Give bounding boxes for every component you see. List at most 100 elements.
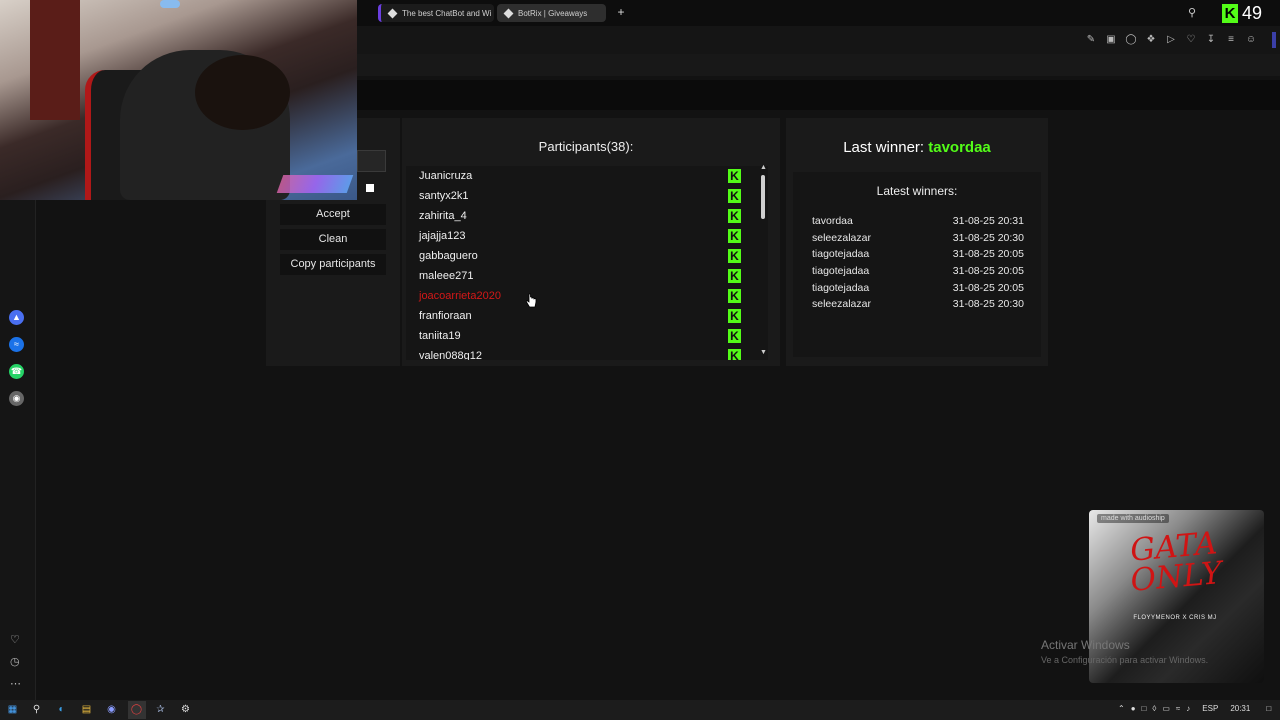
discord-icon[interactable]: ◉ [105,703,118,716]
activation-watermark-subtitle: Ve a Configuración para activar Windows. [1041,655,1209,665]
list-item[interactable]: franfioraan K [406,306,768,326]
participant-name: jajajja123 [419,230,466,242]
botrix-icon [503,8,514,18]
option-checkbox[interactable] [366,184,374,192]
language-indicator[interactable]: ESP [1202,704,1218,713]
winner-row: tiagotejadaa 31-08-25 20:05 [812,265,1024,282]
clock[interactable]: 20:31 [1230,704,1250,713]
history-icon[interactable]: ◷ [10,655,20,668]
edge-icon[interactable]: ◐ [55,703,68,716]
tab-giveaways[interactable]: BotRix | Giveaways [497,4,606,22]
participant-name: santyx2k1 [419,190,469,202]
last-winner-name: tavordaa [928,139,991,156]
winner-name: tiagotejadaa [812,248,870,260]
kick-platform-icon: K [728,189,741,203]
winner-name: seleezalazar [812,298,871,310]
scroll-down-arrow-icon[interactable]: ▼ [760,349,767,356]
winner-name: seleezalazar [812,232,871,244]
tab-chatbot[interactable]: The best ChatBot and Wi [378,4,494,22]
participants-list[interactable]: Juanicruza K santyx2k1 K zahirita_4 K jajaj… [406,166,768,360]
steam-icon[interactable]: ✰ [154,703,167,716]
download-icon[interactable]: ↧ [1205,34,1217,45]
winner-name: tiagotejadaa [812,265,870,277]
play-icon[interactable]: ▷ [1165,34,1177,45]
winner-row: seleezalazar 31-08-25 20:30 [812,298,1024,315]
list-item[interactable]: santyx2k1 K [406,186,768,206]
camera-icon[interactable]: ▣ [1105,34,1117,45]
accept-button[interactable]: Accept [280,204,386,225]
clean-button[interactable]: Clean [280,229,386,250]
microphone-icon[interactable]: ● [1131,704,1136,713]
sidebar-app-whatsapp-icon[interactable]: ☎ [9,364,24,379]
list-item[interactable]: maleee271 K [406,266,768,286]
list-item[interactable]: joacoarrieta2020 K [406,286,768,306]
keyword-input[interactable] [357,150,386,172]
last-winner-heading: Last winner: tavordaa [786,139,1048,156]
kick-platform-icon: K [728,329,741,343]
participant-name: franfioraan [419,310,472,322]
profile-icon[interactable]: ☺ [1245,34,1257,45]
participant-name: taniita19 [419,330,461,342]
volume-icon[interactable]: ♪ [1186,704,1190,713]
app-tray-icon[interactable]: □ [1142,704,1147,713]
list-item[interactable]: gabbaguero K [406,246,768,266]
sidebar-toggle[interactable] [1272,32,1276,48]
network-icon[interactable]: ◊ [1152,704,1156,713]
shield-icon[interactable]: ◯ [1125,34,1137,45]
edit-icon[interactable]: ✎ [1085,34,1097,45]
winner-date: 31-08-25 20:05 [952,282,1024,294]
winner-date: 31-08-25 20:31 [952,215,1024,227]
wifi-icon[interactable]: ≈ [1176,704,1180,713]
rgb-keyboard [276,175,354,193]
windows-taskbar [0,700,1280,720]
list-item[interactable]: valen088g12 K [406,346,768,360]
chevron-up-icon[interactable]: ⌃ [1118,704,1125,713]
participant-name: maleee271 [419,270,474,282]
scrollbar-thumb[interactable] [761,175,765,219]
search-icon[interactable]: ⚲ [30,703,43,716]
botrix-icon [387,8,398,18]
winner-row: tiagotejadaa 31-08-25 20:05 [812,248,1024,265]
sidebar-app-messenger-icon[interactable]: ≈ [9,337,24,352]
kick-platform-icon: K [728,169,741,183]
heart-icon[interactable]: ♡ [10,633,20,646]
copy-participants-button[interactable]: Copy participants [280,254,386,275]
participant-name: Juanicruza [419,170,473,182]
kick-platform-icon: K [728,289,741,303]
participant-name: valen088g12 [419,350,483,360]
participant-name: joacoarrieta2020 [419,290,501,302]
windows-start-icon[interactable]: ▦ [6,703,19,716]
sidebar-app-settings-icon[interactable]: ◉ [9,391,24,406]
notification-icon[interactable]: □ [1266,704,1271,713]
webcam-light [160,0,180,8]
activation-watermark-title: Activar Windows [1041,638,1130,652]
new-tab-button[interactable]: + [614,6,628,20]
kick-logo-icon: K [1222,4,1238,23]
sidebar-app-aria-icon[interactable]: ▲ [9,310,24,325]
list-item[interactable]: jajajja123 K [406,226,768,246]
search-icon[interactable]: ⚲ [1188,6,1196,19]
system-tray: ⌃ ● □ ◊ ▭ ≈ ♪ ESP 20:31 □ [1118,704,1271,713]
winner-date: 31-08-25 20:30 [952,298,1024,310]
webcam-background [30,0,80,120]
list-item[interactable]: zahirita_4 K [406,206,768,226]
latest-winners-title: Latest winners: [876,184,958,198]
winner-date: 31-08-25 20:30 [952,232,1024,244]
heart-icon[interactable]: ♡ [1185,34,1197,45]
monitor-icon[interactable]: ▭ [1162,704,1170,713]
list-item[interactable]: Juanicruza K [406,166,768,186]
audioship-tag: made with audioship [1097,514,1169,523]
list-item[interactable]: taniita19 K [406,326,768,346]
extension-icon[interactable]: ❖ [1145,34,1157,45]
winner-name: tiagotejadaa [812,282,870,294]
more-icon[interactable]: ⋯ [10,677,21,690]
last-winner-label: Last winner: [843,139,925,156]
tab-label: BotRix | Giveaways [518,8,588,18]
app-icon[interactable]: ⚙ [179,703,192,716]
kick-platform-icon: K [728,309,741,323]
file-explorer-icon[interactable]: ▤ [80,703,93,716]
participant-name: zahirita_4 [419,210,467,222]
menu-icon[interactable]: ≡ [1225,34,1237,45]
scroll-up-arrow-icon[interactable]: ▲ [760,164,767,171]
opera-icon[interactable]: ◯ [130,703,143,716]
